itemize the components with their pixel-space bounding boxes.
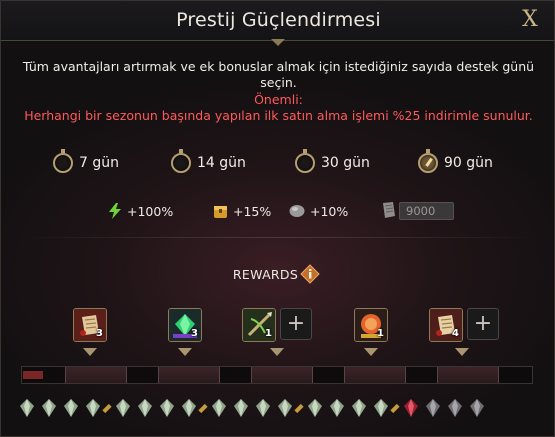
- duration-option-14[interactable]: 14 gün: [171, 149, 246, 175]
- green-gem-icon: [278, 399, 292, 417]
- reward-box: 3: [73, 308, 107, 342]
- info-icon[interactable]: [300, 264, 320, 284]
- green-gem-icon: [64, 399, 78, 417]
- reward-slot-4[interactable]: 1: [354, 308, 388, 342]
- red-gem-icon: [404, 399, 418, 417]
- close-button[interactable]: X: [517, 7, 543, 33]
- stopwatch-radio-icon[interactable]: [295, 149, 315, 173]
- green-gem-icon: [20, 399, 34, 417]
- reward-slot-2[interactable]: 3: [168, 308, 202, 342]
- description-text: Tüm avantajları artırmak ve ek bonuslar …: [22, 59, 535, 90]
- gem-separator: [390, 403, 400, 414]
- reward-box: 1: [242, 308, 276, 342]
- gem-separator: [294, 403, 304, 414]
- duration-option-7[interactable]: 7 gün: [53, 149, 119, 175]
- track-segment: [158, 367, 220, 383]
- green-gem-icon: [138, 399, 152, 417]
- dialog-title: Prestij Güçlendirmesi: [176, 9, 381, 31]
- rewards-title: REWARDS: [1, 267, 554, 282]
- lightning-icon: [109, 203, 121, 219]
- bonus-chest: +15%: [213, 201, 271, 221]
- reward-marker: [178, 348, 192, 356]
- reward-count: 3: [191, 328, 198, 339]
- duration-label: 14 gün: [197, 155, 246, 171]
- bonus-value: +15%: [233, 203, 272, 219]
- rewards-title-text: REWARDS: [232, 267, 299, 282]
- stopwatch-radio-selected-icon[interactable]: [418, 149, 438, 173]
- green-gem-icon: [308, 399, 322, 417]
- green-gem-icon: [374, 399, 388, 417]
- gray-gem-icon: [426, 399, 440, 417]
- green-gem-icon: [330, 399, 344, 417]
- green-gem-icon: [86, 399, 100, 417]
- bonus-value: +10%: [310, 203, 349, 219]
- prestige-boost-dialog: Prestij Güçlendirmesi X Tüm avantajları …: [0, 0, 555, 437]
- stopwatch-radio-icon[interactable]: [53, 149, 73, 173]
- points-field: 9000: [399, 202, 454, 220]
- bonus-list: +100% +15% +10%: [1, 201, 554, 221]
- reward-marker: [83, 348, 97, 356]
- header-notch-ornament: [271, 39, 285, 46]
- green-gem-icon: [116, 399, 130, 417]
- reward-count: 4: [452, 328, 459, 339]
- green-gem-icon: [160, 399, 174, 417]
- scroll-icon: [383, 202, 395, 218]
- bonus-value: +100%: [127, 203, 174, 219]
- chest-icon: [214, 206, 227, 218]
- reward-count: 3: [96, 328, 103, 339]
- reward-slot-5[interactable]: 4: [429, 308, 463, 342]
- reward-count: 1: [377, 328, 384, 339]
- reward-box: 3: [168, 308, 202, 342]
- gray-gem-icon: [470, 399, 484, 417]
- reward-marker: [455, 348, 469, 356]
- add-reward-button[interactable]: +: [280, 308, 312, 340]
- duration-option-30[interactable]: 30 gün: [295, 149, 370, 175]
- stopwatch-radio-icon[interactable]: [171, 149, 191, 173]
- green-gem-icon: [352, 399, 366, 417]
- reward-marker: [364, 348, 378, 356]
- bonus-lightning: +100%: [108, 201, 173, 221]
- track-segment: [251, 367, 313, 383]
- gray-gem-icon: [448, 399, 462, 417]
- important-label: Önemli:: [254, 92, 303, 107]
- important-text: Herhangi bir sezonun başında yapılan ilk…: [24, 108, 533, 123]
- dialog-header: Prestij Güçlendirmesi X: [1, 1, 554, 41]
- track-segment: [344, 367, 406, 383]
- green-gem-icon: [182, 399, 196, 417]
- reward-box: 4: [429, 308, 463, 342]
- reward-box: 1: [354, 308, 388, 342]
- green-gem-icon: [256, 399, 270, 417]
- duration-option-90[interactable]: 90 gün: [418, 149, 493, 175]
- reward-slot-1[interactable]: 3: [73, 308, 107, 342]
- duration-options: 7 gün 14 gün 30 gün 90 gün: [1, 149, 554, 175]
- gem-separator: [102, 403, 112, 414]
- divider: [21, 237, 536, 238]
- reward-slot-3[interactable]: 1: [242, 308, 276, 342]
- green-gem-icon: [234, 399, 248, 417]
- rewards-progress-fill: [23, 371, 43, 379]
- duration-label: 90 gün: [444, 155, 493, 171]
- rewards-progress-track: [21, 366, 533, 384]
- day-gem-row: [19, 398, 539, 420]
- green-gem-icon: [212, 399, 226, 417]
- track-segment: [65, 367, 127, 383]
- stone-icon: [289, 205, 305, 217]
- reward-count: 1: [265, 328, 272, 339]
- add-reward-button[interactable]: +: [467, 308, 499, 340]
- reward-marker: [270, 348, 284, 356]
- duration-label: 7 gün: [79, 155, 119, 171]
- duration-label: 30 gün: [321, 155, 370, 171]
- gem-separator: [198, 403, 208, 414]
- track-segment: [437, 367, 499, 383]
- green-gem-icon: [42, 399, 56, 417]
- bonus-stone: +10%: [289, 201, 348, 221]
